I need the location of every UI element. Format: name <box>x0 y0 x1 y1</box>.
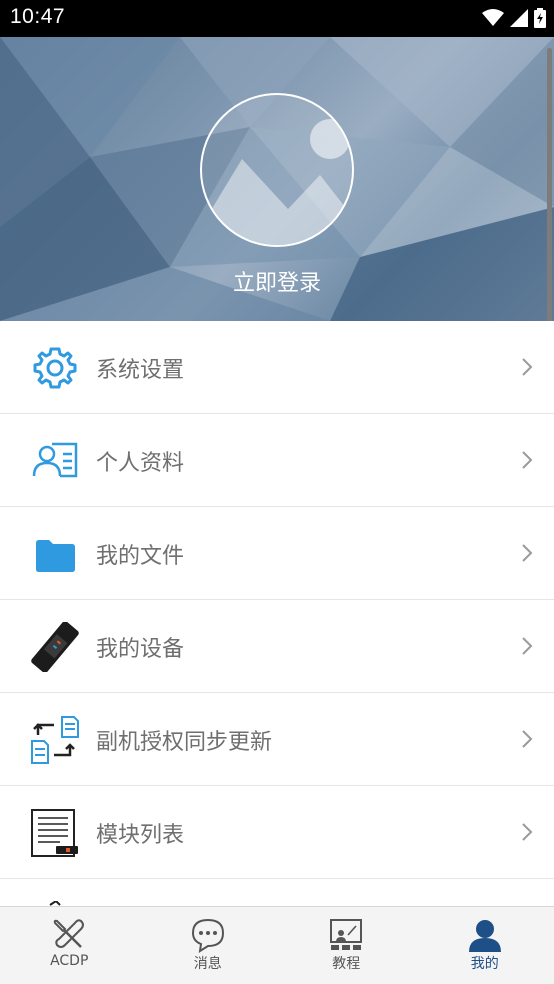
menu-item-sync-auth[interactable]: 副机授权同步更新 <box>0 693 554 786</box>
person-icon <box>468 920 501 952</box>
nav-label: 消息 <box>193 956 222 972</box>
menu-item-my-files[interactable]: 我的文件 <box>0 507 554 600</box>
battery-icon <box>534 8 546 28</box>
bottom-nav: ACDP 消息 教程 我的 <box>0 906 554 984</box>
nav-tab-mine[interactable]: 我的 <box>416 907 554 984</box>
menu-item-my-devices[interactable]: 我的设备 <box>0 600 554 693</box>
nav-label: 我的 <box>470 956 499 972</box>
avatar[interactable] <box>200 93 354 247</box>
menu-item-label: 个人资料 <box>96 451 185 476</box>
chevron-right-icon <box>522 544 533 562</box>
nav-tab-acdp[interactable]: ACDP <box>0 907 139 984</box>
gear-icon <box>33 347 77 389</box>
signal-icon <box>510 9 528 27</box>
image-placeholder-icon <box>202 119 352 245</box>
tools-icon <box>54 919 85 948</box>
status-bar: 10:47 <box>0 0 554 37</box>
chevron-right-icon <box>522 730 533 748</box>
classroom-icon <box>330 919 363 950</box>
login-link[interactable]: 立即登录 <box>0 265 554 297</box>
nav-label: 教程 <box>332 956 361 972</box>
profile-header: 立即登录 <box>0 37 554 321</box>
menu-list: 系统设置 个人资料 我的文件 我的设备 副机授权同步更新 模块列表 <box>0 321 554 879</box>
chevron-right-icon <box>522 637 533 655</box>
status-time: 10:47 <box>10 5 66 28</box>
folder-icon <box>36 540 75 572</box>
device-icon <box>31 622 79 672</box>
chevron-right-icon <box>522 823 533 841</box>
menu-item-system-settings[interactable]: 系统设置 <box>0 321 554 414</box>
chevron-right-icon <box>522 451 533 469</box>
profile-card-icon <box>32 442 78 478</box>
menu-item-label: 系统设置 <box>96 358 185 383</box>
menu-item-label: 我的设备 <box>96 637 185 662</box>
menu-item-label: 副机授权同步更新 <box>96 730 273 755</box>
menu-item-label: 模块列表 <box>96 823 185 848</box>
menu-item-partial[interactable] <box>0 879 554 907</box>
chevron-right-icon <box>522 358 533 376</box>
menu-item-module-list[interactable]: 模块列表 <box>0 786 554 879</box>
menu-item-label: 我的文件 <box>96 544 185 569</box>
sync-documents-icon <box>31 716 79 764</box>
module-list-icon <box>31 809 78 857</box>
nav-label: ACDP <box>50 953 89 969</box>
chat-bubble-icon <box>191 918 224 953</box>
status-icons <box>482 8 546 28</box>
nav-tab-tutorials[interactable]: 教程 <box>277 907 416 984</box>
wifi-icon <box>482 9 504 26</box>
nav-tab-messages[interactable]: 消息 <box>139 907 278 984</box>
menu-item-profile[interactable]: 个人资料 <box>0 414 554 507</box>
